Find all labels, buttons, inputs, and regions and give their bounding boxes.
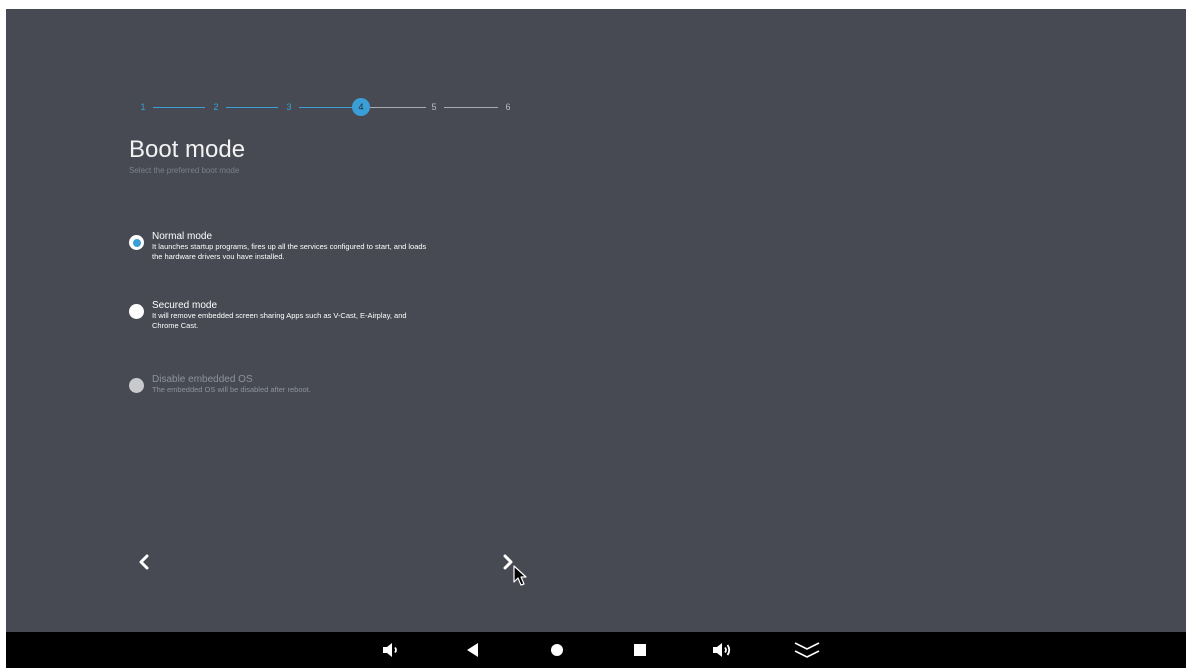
home-icon[interactable] <box>545 640 569 660</box>
step-5: 5 <box>431 102 437 112</box>
chevron-left-icon[interactable] <box>134 552 154 572</box>
volume-up-icon[interactable] <box>710 640 734 660</box>
collapse-icon[interactable] <box>793 640 821 660</box>
recents-icon[interactable] <box>628 640 652 660</box>
step-connector <box>153 107 205 108</box>
back-icon[interactable] <box>461 640 485 660</box>
system-navigation-bar <box>6 632 1186 668</box>
step-3: 3 <box>286 102 292 112</box>
option-description: The embedded OS will be disabled after r… <box>152 385 311 394</box>
option-secured-mode[interactable]: Secured mode It will remove embedded scr… <box>129 300 449 330</box>
step-indicator: 1 2 3 4 5 6 <box>6 9 606 116</box>
step-connector <box>299 107 352 108</box>
mouse-cursor-icon <box>513 565 527 586</box>
volume-down-icon[interactable] <box>379 640 403 660</box>
option-description: It launches startup programs, fires up a… <box>152 242 427 259</box>
step-2: 2 <box>213 102 219 112</box>
radio-button-selected[interactable] <box>129 235 144 250</box>
option-disable-embedded-os: Disable embedded OS The embedded OS will… <box>129 374 449 404</box>
option-normal-mode[interactable]: Normal mode It launches startup programs… <box>129 231 449 261</box>
radio-button-disabled <box>129 378 144 393</box>
setup-screen: 1 2 3 4 5 6 Boot mode Select the preferr… <box>6 9 1186 668</box>
option-title: Disable embedded OS <box>152 374 253 385</box>
page-title: Boot mode <box>129 136 246 163</box>
step-connector <box>226 107 278 108</box>
option-description: It will remove embedded screen sharing A… <box>152 311 407 330</box>
step-1: 1 <box>140 102 146 112</box>
step-6: 6 <box>505 102 511 112</box>
page-subtitle: Select the preferred boot mode <box>129 166 240 175</box>
step-4-current: 4 <box>352 98 370 116</box>
option-title: Normal mode <box>152 231 213 242</box>
step-connector <box>370 107 426 108</box>
option-title: Secured mode <box>152 300 218 311</box>
radio-button[interactable] <box>129 304 144 319</box>
step-connector <box>444 107 498 108</box>
